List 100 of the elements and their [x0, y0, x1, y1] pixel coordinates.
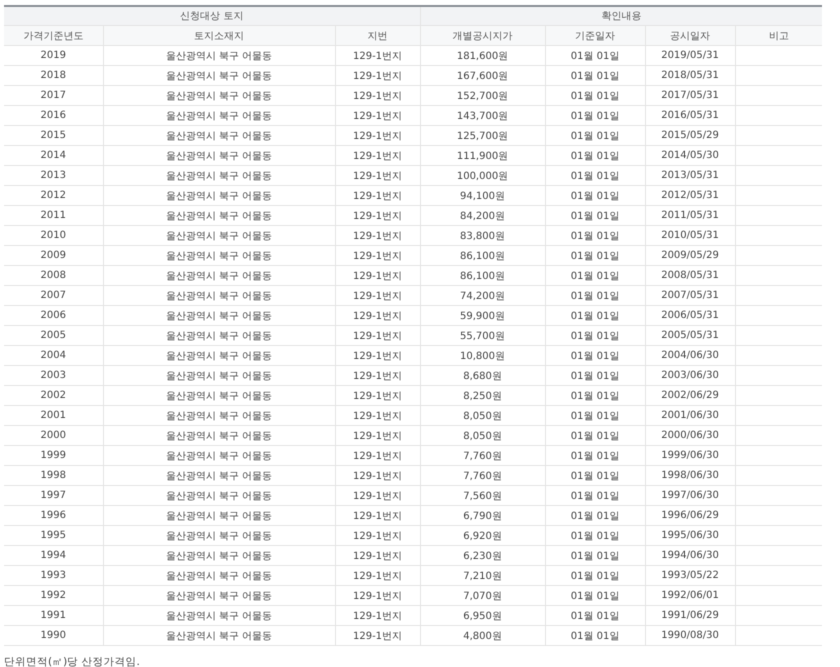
table-cell: 2010 [4, 226, 103, 246]
table-cell: 7,210원 [420, 566, 546, 586]
table-cell: 7,560원 [420, 486, 546, 506]
table-cell: 1999 [4, 446, 103, 466]
table-cell: 2008/05/31 [645, 266, 736, 286]
table-cell: 울산광역시 북구 어물동 [103, 206, 335, 226]
table-cell: 2003/06/30 [645, 366, 736, 386]
table-cell: 7,760원 [420, 446, 546, 466]
table-cell: 1990/08/30 [645, 626, 736, 646]
table-cell: 1998 [4, 466, 103, 486]
table-cell: 2002 [4, 386, 103, 406]
table-cell: 01월 01일 [545, 526, 646, 546]
table-cell: 129-1번지 [335, 66, 420, 86]
column-header: 지번 [335, 26, 420, 46]
table-cell: 7,070원 [420, 586, 546, 606]
table-cell: 129-1번지 [335, 506, 420, 526]
table-cell: 129-1번지 [335, 186, 420, 206]
table-cell: 2006 [4, 306, 103, 326]
table-cell: 01월 01일 [545, 246, 646, 266]
table-cell: 2007/05/31 [645, 286, 736, 306]
table-cell: 129-1번지 [335, 486, 420, 506]
table-cell: 143,700원 [420, 106, 546, 126]
table-cell: 울산광역시 북구 어물동 [103, 466, 335, 486]
table-cell: 울산광역시 북구 어물동 [103, 486, 335, 506]
table-cell: 2012/05/31 [645, 186, 736, 206]
table-cell: 울산광역시 북구 어물동 [103, 426, 335, 446]
table-cell: 129-1번지 [335, 306, 420, 326]
table-cell: 울산광역시 북구 어물동 [103, 566, 335, 586]
table-cell: 100,000원 [420, 166, 546, 186]
table-cell: 01월 01일 [545, 506, 646, 526]
table-cell: 129-1번지 [335, 206, 420, 226]
table-cell: 울산광역시 북구 어물동 [103, 306, 335, 326]
table-cell: 2004 [4, 346, 103, 366]
table-cell: 01월 01일 [545, 386, 646, 406]
table-cell: 84,200원 [420, 206, 546, 226]
table-cell: 2008 [4, 266, 103, 286]
table-cell: 2005/05/31 [645, 326, 736, 346]
table-cell: 2014/05/30 [645, 146, 736, 166]
table-cell: 01월 01일 [545, 446, 646, 466]
table-cell: 6,950원 [420, 606, 546, 626]
table-cell: 129-1번지 [335, 626, 420, 646]
table-cell: 2009 [4, 246, 103, 266]
table-cell: 125,700원 [420, 126, 546, 146]
table-cell: 울산광역시 북구 어물동 [103, 106, 335, 126]
table-cell: 2004/06/30 [645, 346, 736, 366]
table-cell: 울산광역시 북구 어물동 [103, 586, 335, 606]
table-cell: 2016 [4, 106, 103, 126]
table-cell: 울산광역시 북구 어물동 [103, 326, 335, 346]
table-cell: 129-1번지 [335, 386, 420, 406]
table-cell: 울산광역시 북구 어물동 [103, 526, 335, 546]
table-cell: 129-1번지 [335, 606, 420, 626]
table-cell: 1996/06/29 [645, 506, 736, 526]
table-cell: 6,790원 [420, 506, 546, 526]
table-cell: 울산광역시 북구 어물동 [103, 506, 335, 526]
table-cell: 01월 01일 [545, 126, 646, 146]
table-cell: 2012 [4, 186, 103, 206]
table-cell: 2013/05/31 [645, 166, 736, 186]
table-cell: 129-1번지 [335, 466, 420, 486]
table-cell: 울산광역시 북구 어물동 [103, 86, 335, 106]
table-cell: 울산광역시 북구 어물동 [103, 226, 335, 246]
table-cell: 86,100원 [420, 246, 546, 266]
table-cell: 01월 01일 [545, 166, 646, 186]
table-cell: 2000/06/30 [645, 426, 736, 446]
table-cell: 1993/05/22 [645, 566, 736, 586]
table-cell: 94,100원 [420, 186, 546, 206]
table-cell: 8,250원 [420, 386, 546, 406]
table-cell: 울산광역시 북구 어물동 [103, 606, 335, 626]
table-cell: 01월 01일 [545, 346, 646, 366]
table-cell: 01월 01일 [545, 226, 646, 246]
table-cell: 59,900원 [420, 306, 546, 326]
table-cell: 1994 [4, 546, 103, 566]
table-cell: 129-1번지 [335, 446, 420, 466]
table-cell: 01월 01일 [545, 286, 646, 306]
table-cell: 1999/06/30 [645, 446, 736, 466]
table-cell: 8,050원 [420, 406, 546, 426]
table-cell: 01월 01일 [545, 186, 646, 206]
table-cell: 울산광역시 북구 어물동 [103, 546, 335, 566]
table-cell: 152,700원 [420, 86, 546, 106]
table-cell: 2018 [4, 66, 103, 86]
table-cell: 129-1번지 [335, 166, 420, 186]
table-cell: 86,100원 [420, 266, 546, 286]
table-cell: 01월 01일 [545, 426, 646, 446]
table-cell: 2006/05/31 [645, 306, 736, 326]
table-cell: 울산광역시 북구 어물동 [103, 246, 335, 266]
table-cell: 4,800원 [420, 626, 546, 646]
table-cell: 8,680원 [420, 366, 546, 386]
column-header: 개별공시지가 [420, 26, 546, 46]
table-cell: 2003 [4, 366, 103, 386]
table-cell: 01월 01일 [545, 486, 646, 506]
table-cell: 2010/05/31 [645, 226, 736, 246]
table-cell: 7,760원 [420, 466, 546, 486]
table-cell: 129-1번지 [335, 266, 420, 286]
table-cell: 01월 01일 [545, 86, 646, 106]
table-cell: 01월 01일 [545, 546, 646, 566]
table-cell: 129-1번지 [335, 86, 420, 106]
table-cell: 129-1번지 [335, 346, 420, 366]
table-cell: 129-1번지 [335, 46, 420, 66]
table-cell: 2011/05/31 [645, 206, 736, 226]
table-cell: 울산광역시 북구 어물동 [103, 146, 335, 166]
table-cell: 129-1번지 [335, 366, 420, 386]
